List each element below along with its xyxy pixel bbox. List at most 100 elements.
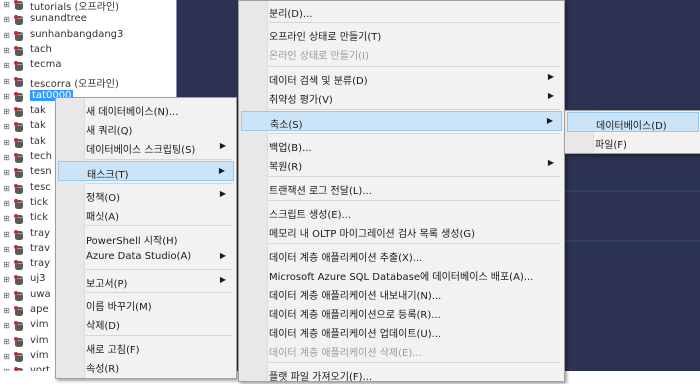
expand-icon[interactable]: ⊞ — [2, 0, 11, 9]
tree-item-label: trav — [30, 242, 51, 254]
menu-item[interactable]: 정책(O) ▶ — [58, 185, 234, 205]
expand-icon[interactable]: ⊞ — [2, 168, 11, 177]
menu-separator — [86, 225, 232, 226]
menu-separator — [269, 66, 560, 67]
tree-item-label: tach — [30, 43, 52, 55]
menu-item[interactable]: 백업(B)... — [241, 135, 562, 155]
menu-item[interactable]: 플랫 파일 가져오기(F)... — [241, 364, 562, 384]
menu-separator — [86, 335, 232, 336]
menu-item[interactable]: 보고서(P) ▶ — [58, 271, 234, 291]
database-icon — [14, 290, 25, 302]
expand-icon[interactable]: ⊞ — [2, 291, 11, 300]
menu-item[interactable]: 복원(R) ▶ — [241, 154, 562, 174]
menu-item-label: 삭제(D) — [86, 321, 120, 332]
tree-item-label: tick — [30, 196, 48, 208]
menu-item[interactable]: 새 쿼리(Q) — [58, 118, 234, 138]
tasks-submenu: 분리(D)... 오프라인 상태로 만들기(T) 온라인 상태로 만들기(I) 데이터… — [238, 0, 565, 384]
expand-icon[interactable]: ⊞ — [2, 245, 11, 254]
database-icon — [14, 244, 25, 256]
menu-item-label: PowerShell 시작(H) — [86, 236, 178, 247]
menu-item[interactable]: 스크립트 생성(E)... — [241, 202, 562, 222]
expand-icon[interactable]: ⊞ — [2, 77, 11, 86]
menu-item[interactable]: Microsoft Azure SQL Database에 데이터베이스 배포(… — [241, 264, 562, 284]
menu-item[interactable]: 분리(D)... — [241, 1, 562, 21]
expand-icon[interactable]: ⊞ — [2, 230, 11, 239]
database-icon — [14, 122, 25, 133]
expand-icon[interactable]: ⊞ — [2, 31, 11, 40]
tree-item-label: tak — [30, 135, 46, 147]
menu-item-label: 정책(O) — [86, 193, 121, 204]
menu-item-label: 데이터 계층 애플리케이션 내보내기(N)... — [269, 291, 442, 302]
menu-item[interactable]: 데이터 검색 및 분류(D) ▶ — [241, 68, 562, 88]
database-icon — [14, 306, 25, 317]
menu-item-label: 데이터 계층 애플리케이션 삭제(E)... — [269, 348, 422, 359]
expand-icon[interactable]: ⊞ — [2, 214, 11, 223]
tree-item-label: tesc — [30, 181, 51, 193]
menu-item[interactable]: PowerShell 시작(H) — [58, 228, 234, 248]
expand-icon[interactable]: ⊞ — [2, 61, 11, 70]
database-icon — [14, 214, 25, 225]
menu-item[interactable]: 파일(F) — [567, 132, 699, 152]
expand-icon[interactable]: ⊞ — [2, 153, 11, 162]
menu-separator — [86, 269, 232, 270]
tree-item-label: tescorra (오프라인) — [30, 78, 119, 90]
menu-item[interactable]: 취약성 평가(V) ▶ — [241, 87, 562, 107]
tree-item-label: sunandtree — [30, 13, 87, 25]
expand-icon[interactable]: ⊞ — [2, 184, 11, 193]
expand-icon[interactable]: ⊞ — [2, 15, 11, 24]
database-icon — [14, 229, 25, 241]
expand-icon[interactable]: ⊞ — [2, 321, 11, 330]
menu-item[interactable]: 새로 고침(F) — [58, 337, 234, 357]
menu-item[interactable]: 트랜잭션 로그 전달(L)... — [241, 178, 562, 198]
menu-item-label: 데이터 검색 및 분류(D) — [269, 76, 368, 87]
menu-item[interactable]: 삭제(D) — [58, 313, 234, 333]
expand-icon[interactable]: ⊞ — [2, 122, 11, 131]
expand-icon[interactable]: ⊞ — [2, 46, 11, 55]
menu-item-label: 패싯(A) — [86, 212, 120, 223]
menu-item[interactable]: Azure Data Studio(A) ▶ — [58, 247, 234, 267]
expand-icon[interactable]: ⊞ — [2, 306, 11, 315]
menu-item[interactable]: 메모리 내 OLTP 마이그레이션 검사 목록 생성(G) — [241, 221, 562, 241]
menu-item[interactable]: 데이터베이스 스크립팅(S) ▶ — [58, 137, 234, 157]
menu-item[interactable]: 속성(R) — [58, 356, 234, 376]
menu-item[interactable]: 온라인 상태로 만들기(I) — [241, 43, 562, 63]
expand-icon[interactable]: ⊞ — [2, 92, 11, 101]
database-icon — [14, 153, 25, 164]
tree-item-label: tutorials (오프라인) — [30, 2, 120, 13]
expand-icon[interactable]: ⊞ — [2, 260, 11, 269]
expand-icon[interactable]: ⊞ — [2, 138, 11, 147]
menu-item[interactable]: 데이터 계층 애플리케이션 내보내기(N)... — [241, 283, 562, 303]
menu-item[interactable]: 데이터 계층 애플리케이션으로 등록(R)... — [241, 302, 562, 322]
menu-item[interactable]: 데이터 계층 애플리케이션 삭제(E)... — [241, 340, 562, 360]
menu-separator — [86, 183, 232, 184]
menu-item[interactable]: 데이터 계층 애플리케이션 업데이트(U)... — [241, 321, 562, 341]
database-icon — [14, 76, 25, 88]
menu-separator — [86, 159, 232, 160]
menu-item[interactable]: 패싯(A) — [58, 204, 234, 224]
menu-separator — [269, 176, 560, 177]
database-icon — [14, 336, 25, 348]
expand-icon[interactable]: ⊞ — [2, 107, 11, 116]
menu-item[interactable]: 태스크(T) ▶ — [58, 161, 234, 181]
database-icon — [14, 168, 25, 179]
expand-icon[interactable]: ⊞ — [2, 275, 11, 284]
expand-icon[interactable]: ⊞ — [2, 367, 11, 371]
menu-item[interactable]: 데이터 계층 애플리케이션 추출(X)... — [241, 245, 562, 265]
menu-item[interactable]: 축소(S) ▶ — [241, 111, 562, 131]
tree-item-label: tray — [30, 227, 51, 239]
menu-item-label: 보고서(P) — [86, 279, 128, 290]
menu-item[interactable]: 데이터베이스(D) — [567, 112, 699, 132]
menu-item-label: 데이터베이스 스크립팅(S) — [86, 145, 196, 156]
submenu-arrow-icon: ▶ — [219, 141, 226, 150]
database-icon — [14, 275, 25, 286]
menu-item-label: 태스크(T) — [87, 170, 129, 181]
menu-item[interactable]: 이름 바꾸기(M) — [58, 294, 234, 314]
expand-icon[interactable]: ⊞ — [2, 352, 11, 361]
menu-item[interactable]: 새 데이터베이스(N)... — [58, 99, 234, 119]
menu-item[interactable]: 오프라인 상태로 만들기(T) — [241, 24, 562, 44]
database-icon — [14, 30, 25, 42]
menu-item-label: 스크립트 생성(E)... — [269, 210, 352, 221]
expand-icon[interactable]: ⊞ — [2, 337, 11, 346]
submenu-arrow-icon: ▶ — [219, 275, 226, 284]
expand-icon[interactable]: ⊞ — [2, 199, 11, 208]
